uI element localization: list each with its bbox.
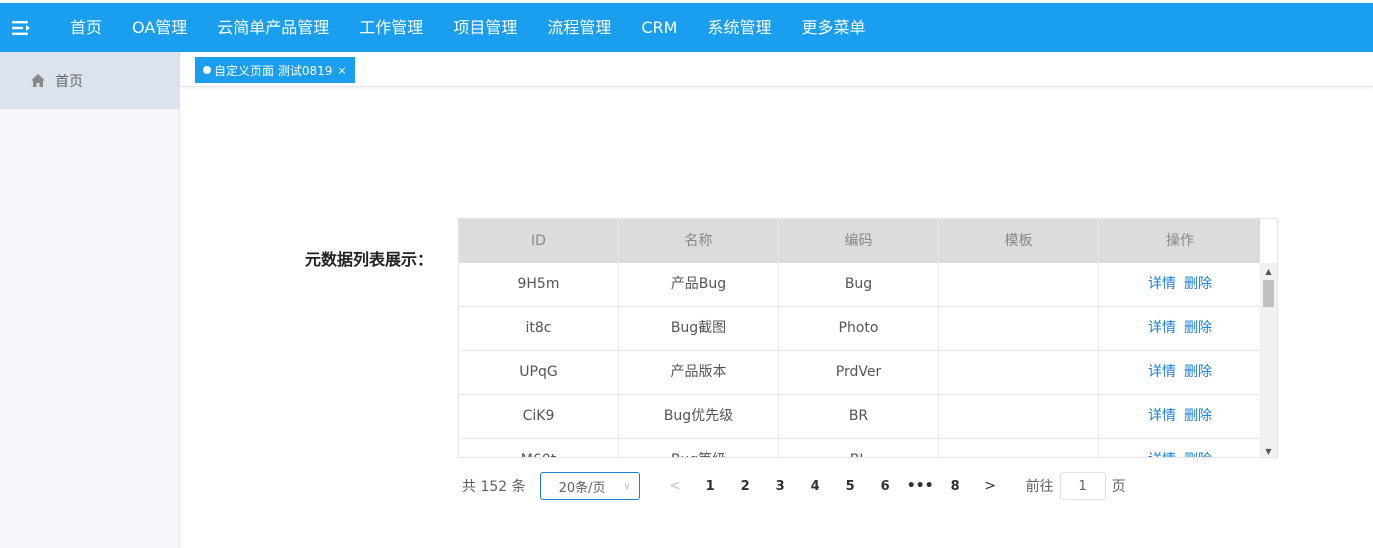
page-size-value: 20条/页 bbox=[558, 480, 606, 496]
cell-template bbox=[939, 439, 1099, 457]
cell-code: PrdVer bbox=[779, 351, 939, 395]
tab-label: 自定义页面 测试0819 bbox=[214, 63, 333, 78]
cell-actions: 详情删除 bbox=[1099, 395, 1261, 439]
sidebar-item-home[interactable]: 首页 bbox=[0, 52, 179, 109]
main-nav: 首页 OA管理 云简单产品管理 工作管理 项目管理 流程管理 CRM 系统管理 … bbox=[42, 3, 880, 52]
pagination: 共 152 条 20条/页 ∨ < 1 2 3 4 5 6 ••• 8 > 前往… bbox=[462, 472, 1126, 500]
cell-id: 9H5m bbox=[459, 263, 619, 307]
goto-suffix: 页 bbox=[1111, 479, 1126, 495]
column-header-template: 模板 bbox=[939, 219, 1099, 263]
delete-link[interactable]: 删除 bbox=[1184, 320, 1212, 336]
nav-item-project[interactable]: 项目管理 bbox=[438, 3, 532, 52]
cell-code: BR bbox=[779, 395, 939, 439]
total-count: 共 152 条 bbox=[462, 479, 526, 495]
page-button-5[interactable]: 5 bbox=[833, 479, 868, 494]
scroll-up-icon[interactable]: ▲ bbox=[1260, 263, 1277, 279]
cell-id: UPqG bbox=[459, 351, 619, 395]
table-row: M60t Bug等级 BL 详情 删除 bbox=[459, 439, 1261, 457]
menu-toggle-icon[interactable] bbox=[0, 3, 42, 52]
page-button-6[interactable]: 6 bbox=[868, 479, 903, 494]
delete-link[interactable]: 删除 bbox=[1184, 452, 1212, 457]
page-button-last[interactable]: 8 bbox=[938, 479, 973, 494]
cell-id: CiK9 bbox=[459, 395, 619, 439]
cell-id: it8c bbox=[459, 307, 619, 351]
column-header-code: 编码 bbox=[779, 219, 939, 263]
nav-item-system[interactable]: 系统管理 bbox=[692, 3, 786, 52]
cell-code: Bug bbox=[779, 263, 939, 307]
nav-item-more[interactable]: 更多菜单 bbox=[786, 3, 880, 52]
nav-item-work[interactable]: 工作管理 bbox=[344, 3, 438, 52]
goto-label: 前往 bbox=[1025, 479, 1054, 495]
table-row: CiK9 Bug优先级 BR 详情 删除 bbox=[459, 395, 1261, 439]
table-row: UPqG 产品版本 PrdVer 详情 删除 bbox=[459, 351, 1261, 395]
next-page-button[interactable]: > bbox=[973, 478, 1008, 494]
goto-page-input[interactable] bbox=[1059, 472, 1106, 500]
page-button-1[interactable]: 1 bbox=[693, 479, 728, 494]
sidebar: 首页 bbox=[0, 52, 180, 548]
detail-link[interactable]: 详情 bbox=[1148, 320, 1176, 336]
delete-link[interactable]: 删除 bbox=[1184, 364, 1212, 380]
table-scrollbar[interactable]: ▲ ▼ bbox=[1260, 263, 1277, 457]
delete-link[interactable]: 删除 bbox=[1184, 276, 1212, 292]
table-row: 9H5m 产品Bug Bug 详情 删除 bbox=[459, 263, 1261, 307]
delete-link[interactable]: 删除 bbox=[1184, 408, 1212, 424]
scroll-thumb[interactable] bbox=[1263, 280, 1274, 307]
table-row: it8c Bug截图 Photo 详情 删除 bbox=[459, 307, 1261, 351]
cell-code: BL bbox=[779, 439, 939, 457]
nav-item-oa[interactable]: OA管理 bbox=[117, 3, 202, 52]
sidebar-item-label: 首页 bbox=[55, 73, 83, 90]
top-navbar: 首页 OA管理 云简单产品管理 工作管理 项目管理 流程管理 CRM 系统管理 … bbox=[0, 3, 1373, 52]
cell-template bbox=[939, 395, 1099, 439]
cell-name: 产品版本 bbox=[619, 351, 779, 395]
table-header: ID 名称 编码 模板 操作 bbox=[459, 219, 1261, 263]
cell-name: 产品Bug bbox=[619, 263, 779, 307]
cell-name: Bug优先级 bbox=[619, 395, 779, 439]
cell-name: Bug截图 bbox=[619, 307, 779, 351]
nav-item-crm[interactable]: CRM bbox=[626, 3, 692, 52]
more-pages-icon[interactable]: ••• bbox=[903, 478, 938, 494]
nav-item-product[interactable]: 云简单产品管理 bbox=[202, 3, 344, 52]
active-dot-icon bbox=[203, 66, 211, 74]
detail-link[interactable]: 详情 bbox=[1148, 276, 1176, 292]
cell-actions: 详情 删除 bbox=[1099, 439, 1261, 457]
scroll-down-icon[interactable]: ▼ bbox=[1260, 443, 1277, 457]
metadata-table: ID 名称 编码 模板 操作 9H5m 产品Bug Bug 详情 删除 it8c … bbox=[458, 218, 1278, 458]
cell-name: Bug等级 bbox=[619, 439, 779, 457]
nav-item-home[interactable]: 首页 bbox=[42, 3, 117, 52]
page-button-2[interactable]: 2 bbox=[728, 479, 763, 494]
cell-id: M60t bbox=[459, 439, 619, 457]
page-jumper: 前往 页 bbox=[1026, 472, 1126, 500]
column-header-name: 名称 bbox=[619, 219, 779, 263]
close-icon[interactable]: × bbox=[337, 64, 346, 77]
column-header-actions: 操作 bbox=[1166, 233, 1194, 249]
cell-actions: 详情删除 bbox=[1099, 263, 1261, 307]
field-label: 元数据列表展示： bbox=[305, 250, 434, 269]
header-gutter bbox=[1260, 219, 1277, 263]
cell-template bbox=[939, 263, 1099, 307]
detail-link[interactable]: 详情 bbox=[1148, 408, 1176, 424]
tab-custom-page[interactable]: 自定义页面 测试0819 × bbox=[195, 57, 355, 83]
cell-code: Photo bbox=[779, 307, 939, 351]
cell-template bbox=[939, 307, 1099, 351]
page-button-4[interactable]: 4 bbox=[798, 479, 833, 494]
page-button-3[interactable]: 3 bbox=[763, 479, 798, 494]
page-size-select[interactable]: 20条/页 ∨ bbox=[539, 472, 640, 500]
detail-link[interactable]: 详情 bbox=[1148, 452, 1176, 457]
chevron-down-icon: ∨ bbox=[623, 480, 631, 492]
cell-actions: 详情删除 bbox=[1099, 351, 1261, 395]
tab-bar: 自定义页面 测试0819 × bbox=[180, 52, 1373, 87]
column-header-id: ID bbox=[459, 219, 619, 263]
nav-item-flow[interactable]: 流程管理 bbox=[532, 3, 626, 52]
detail-link[interactable]: 详情 bbox=[1148, 364, 1176, 380]
table-body[interactable]: 9H5m 产品Bug Bug 详情 删除 it8c Bug截图 Photo 详情删… bbox=[459, 263, 1261, 457]
prev-page-button[interactable]: < bbox=[658, 478, 693, 494]
home-icon bbox=[31, 74, 45, 87]
cell-template bbox=[939, 351, 1099, 395]
cell-actions: 详情删除 bbox=[1099, 307, 1261, 351]
